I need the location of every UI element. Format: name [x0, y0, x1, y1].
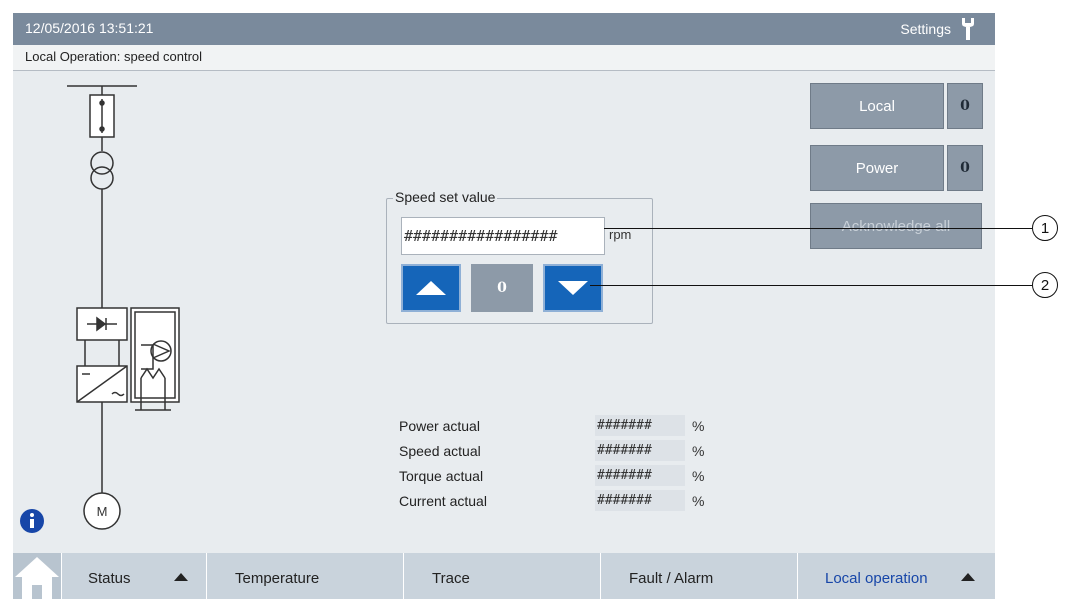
actual-value: ####### — [595, 465, 685, 486]
tab-label: Temperature — [235, 570, 320, 587]
home-button[interactable] — [13, 553, 61, 599]
callout-marker-1: 1 — [1032, 215, 1058, 241]
actual-unit: % — [692, 493, 705, 509]
motor-label: M — [97, 504, 108, 519]
tab-status[interactable]: Status — [61, 553, 206, 599]
chevron-up-icon — [961, 573, 975, 581]
actual-value: ####### — [595, 490, 685, 511]
actual-label: Power actual — [399, 418, 480, 434]
speed-set-label: Speed set value — [393, 189, 498, 205]
actual-label: Current actual — [399, 493, 487, 509]
power-state-indicator: 0 — [947, 145, 983, 191]
wrench-icon[interactable] — [959, 17, 977, 41]
speed-set-input[interactable]: ################# — [401, 217, 605, 255]
page-title: Local Operation: speed control — [25, 49, 203, 64]
acknowledge-all-button[interactable]: Acknowledge all — [810, 203, 982, 249]
settings-link[interactable]: Settings — [900, 21, 951, 37]
info-icon[interactable] — [19, 508, 45, 534]
callout-line-2 — [590, 285, 1032, 286]
app-window: 12/05/2016 13:51:21 Settings Local Opera… — [13, 13, 995, 599]
actual-unit: % — [692, 418, 705, 434]
speed-increase-button[interactable] — [401, 264, 461, 312]
actual-label: Speed actual — [399, 443, 481, 459]
tab-local-operation[interactable]: Local operation — [797, 553, 995, 599]
tab-label: Local operation — [825, 570, 928, 587]
actual-value: ####### — [595, 415, 685, 436]
actual-value: ####### — [595, 440, 685, 461]
tab-temperature[interactable]: Temperature — [206, 553, 403, 599]
triangle-down-icon — [558, 281, 588, 295]
callout-line-1 — [604, 228, 1032, 229]
actual-unit: % — [692, 468, 705, 484]
speed-decrease-button[interactable] — [543, 264, 603, 312]
local-state-indicator: 0 — [947, 83, 983, 129]
subtitle-bar: Local Operation: speed control — [13, 45, 995, 71]
speed-zero-button[interactable]: 0 — [471, 264, 533, 312]
actual-unit: % — [692, 443, 705, 459]
tab-label: Trace — [432, 570, 470, 587]
speed-set-group: Speed set value ################# rpm 0 — [386, 189, 653, 324]
header-bar: 12/05/2016 13:51:21 Settings — [13, 13, 995, 45]
tab-label: Status — [88, 570, 131, 587]
tab-label: Fault / Alarm — [629, 570, 714, 587]
single-line-diagram: M — [67, 85, 180, 530]
datetime: 12/05/2016 13:51:21 — [25, 20, 154, 36]
speed-unit: rpm — [609, 227, 632, 242]
home-icon — [15, 557, 59, 599]
chevron-up-icon — [174, 573, 188, 581]
actual-label: Torque actual — [399, 468, 484, 484]
power-button[interactable]: Power — [810, 145, 944, 191]
callout-marker-2: 2 — [1032, 272, 1058, 298]
tab-fault-alarm[interactable]: Fault / Alarm — [600, 553, 797, 599]
triangle-up-icon — [416, 281, 446, 295]
tab-trace[interactable]: Trace — [403, 553, 600, 599]
local-button[interactable]: Local — [810, 83, 944, 129]
bottom-nav: Status Temperature Trace Fault / Alarm L… — [13, 553, 995, 599]
